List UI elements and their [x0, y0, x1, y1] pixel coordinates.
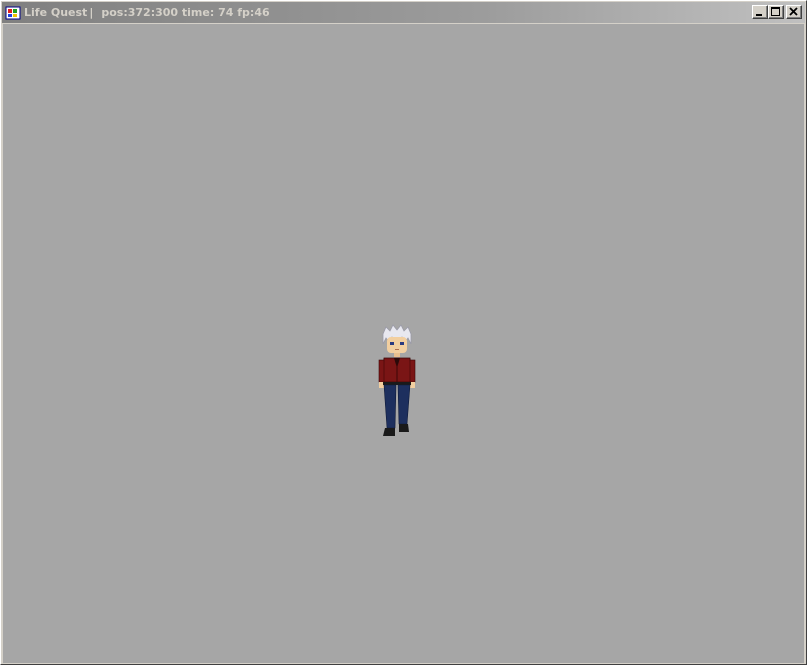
minimize-button[interactable]: [752, 5, 768, 19]
fp-label: fp:: [237, 6, 255, 19]
app-icon[interactable]: [5, 5, 21, 21]
title-separator: |: [89, 6, 94, 19]
time-value: 74: [218, 6, 234, 19]
pos-label: pos:: [101, 6, 128, 19]
window-controls: [752, 5, 802, 19]
window-title: Life Quest: [24, 6, 88, 19]
game-window: Life Quest | pos:372:300 time: 74 fp:46: [0, 0, 807, 665]
title-bar[interactable]: Life Quest | pos:372:300 time: 74 fp:46: [2, 2, 805, 23]
close-icon: [789, 7, 798, 16]
time-label: time:: [181, 6, 215, 19]
status-readout: pos:372:300 time: 74 fp:46: [101, 6, 269, 19]
close-button[interactable]: [786, 5, 802, 19]
minimize-icon: [756, 14, 762, 16]
maximize-icon: [771, 7, 780, 16]
maximize-button[interactable]: [768, 5, 784, 19]
pos-value: 372:300: [127, 6, 179, 19]
fp-value: 46: [254, 6, 270, 19]
game-canvas[interactable]: [3, 24, 804, 663]
player-character: [378, 324, 416, 436]
